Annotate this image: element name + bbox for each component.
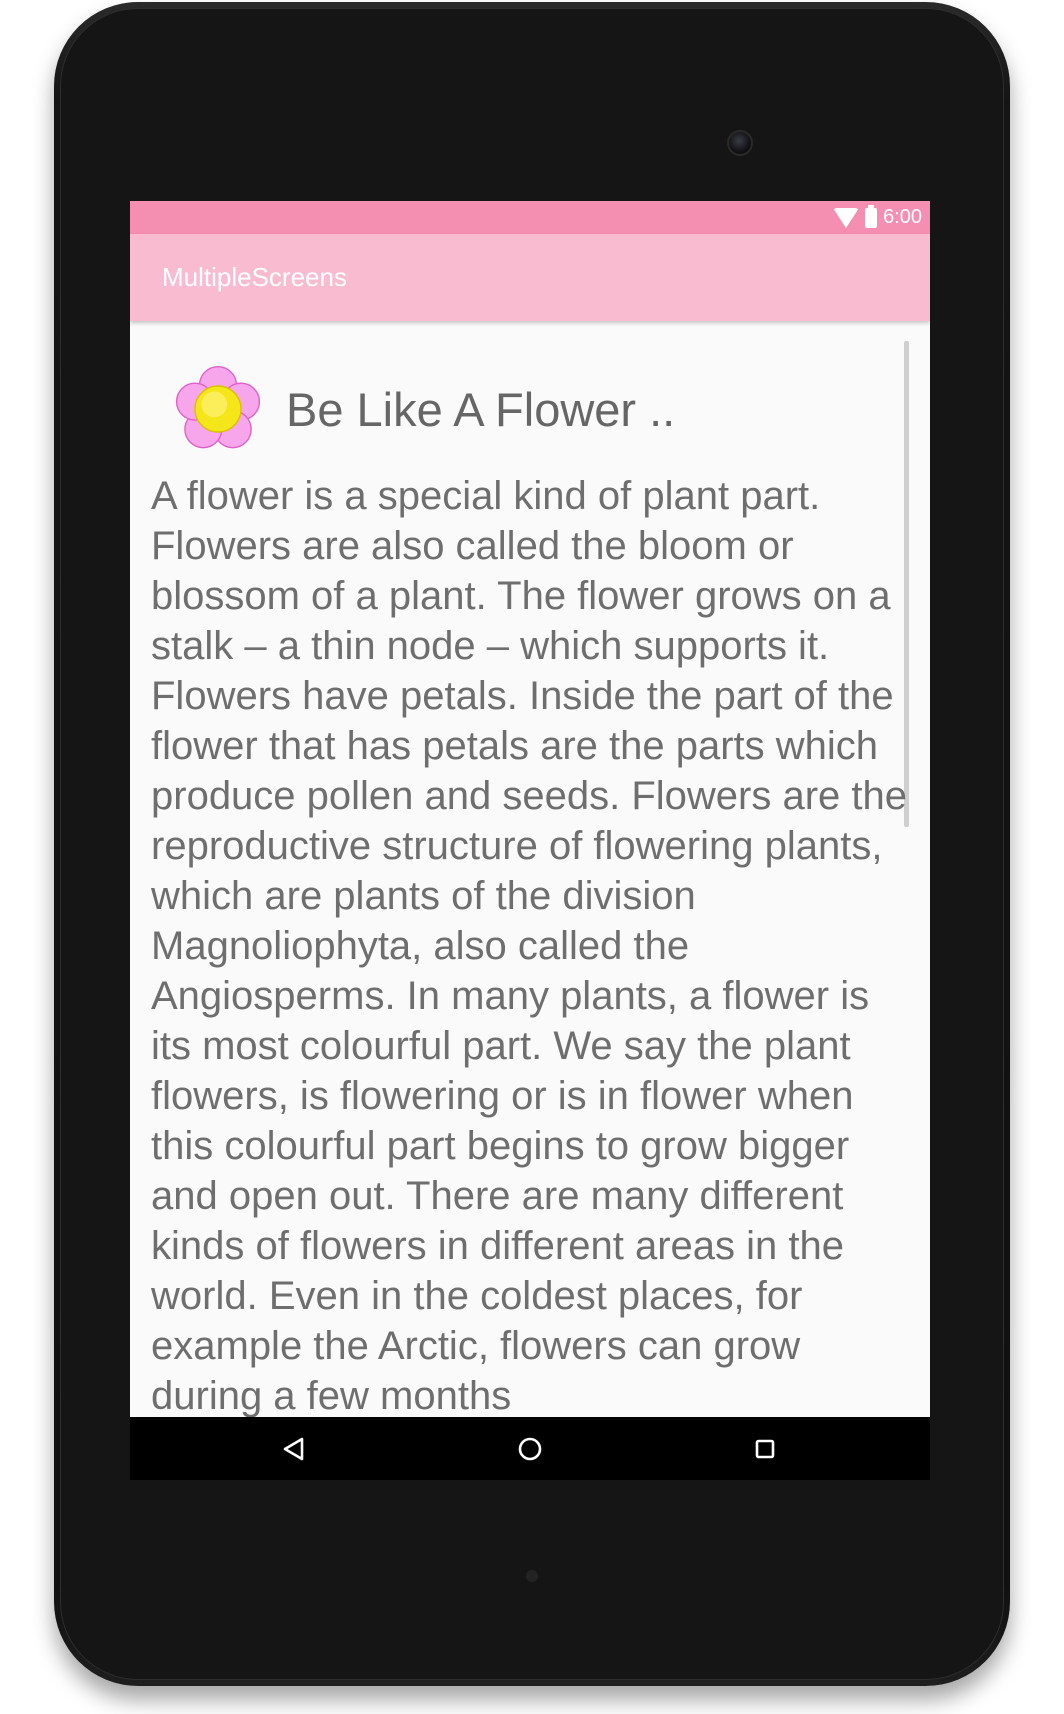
status-icons: 6:00: [833, 201, 922, 234]
body-text: A flower is a special kind of plant part…: [151, 474, 908, 1417]
page-heading: Be Like A Flower ..: [286, 382, 676, 436]
front-camera-icon: [727, 130, 753, 156]
recents-button[interactable]: [725, 1417, 805, 1480]
home-icon: [518, 1437, 542, 1460]
app-title: MultipleScreens: [162, 262, 347, 292]
recents-icon: [755, 1439, 775, 1458]
screen: 6:00 MultipleScreens Be Like A Flower ..…: [130, 201, 930, 1480]
back-button[interactable]: [254, 1417, 334, 1480]
scroll-content[interactable]: Be Like A Flower .. A flower is a specia…: [130, 321, 930, 1417]
status-time: 6:00: [883, 206, 922, 228]
home-button[interactable]: [490, 1417, 570, 1480]
wifi-icon: [833, 207, 860, 228]
app-bar: MultipleScreens: [130, 234, 930, 321]
battery-icon: [865, 204, 878, 228]
header-row: Be Like A Flower ..: [172, 361, 675, 457]
flower-icon: [175, 365, 261, 449]
back-icon: [283, 1437, 304, 1460]
navigation-bar: [130, 1417, 930, 1480]
status-bar: 6:00: [130, 201, 930, 234]
sensor-dot: [526, 1570, 538, 1582]
